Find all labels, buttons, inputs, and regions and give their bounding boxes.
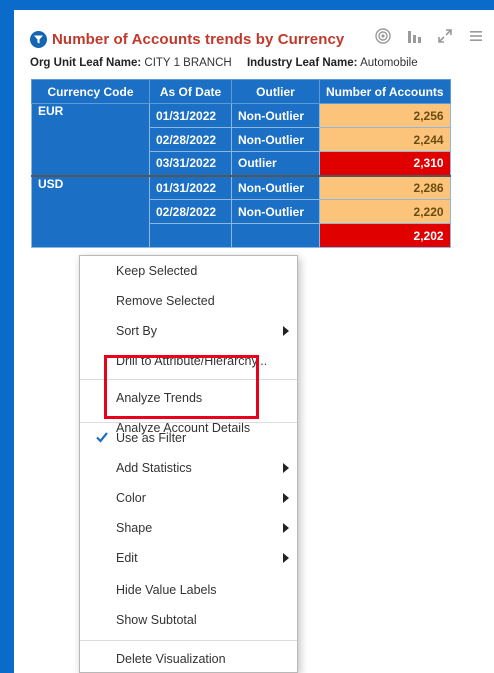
menu-item-label: Color [116, 491, 146, 505]
date-cell[interactable]: 03/31/2022 [149, 151, 232, 176]
menu-item-analyze-trends[interactable]: Analyze Trends [80, 383, 297, 413]
menu-separator [80, 640, 297, 641]
outlier-cell[interactable]: Non-Outlier [231, 174, 320, 200]
currency-cell-eur[interactable]: EUR [31, 103, 150, 176]
menu-item-drill[interactable]: Drill to Attribute/Hierarchy... [80, 346, 297, 376]
outlier-cell[interactable] [231, 223, 320, 248]
menu-item-hide-value-labels[interactable]: Hide Value Labels [80, 575, 297, 605]
date-cell[interactable]: 02/28/2022 [149, 127, 232, 152]
menu-item-label: Shape [116, 521, 153, 535]
menu-item-delete-visualization[interactable]: Delete Visualization [80, 644, 297, 673]
outlier-cell[interactable]: Outlier [231, 151, 320, 176]
canvas-top-border [0, 0, 494, 10]
date-cell[interactable]: 02/28/2022 [149, 199, 232, 224]
menu-item-keep-selected[interactable]: Keep Selected [80, 256, 297, 286]
menu-item-label: Delete Visualization [116, 652, 226, 666]
bar-chart-icon[interactable] [405, 27, 422, 44]
accounts-cell[interactable]: 2,202 [319, 223, 451, 248]
date-cell[interactable] [149, 223, 232, 248]
filter-summary: Org Unit Leaf Name: CITY 1 BRANCH Indust… [30, 57, 430, 69]
menu-item-label: Use as Filter [116, 431, 187, 445]
accounts-cell[interactable]: 2,286 [319, 174, 451, 200]
table-row[interactable]: USD 01/31/2022 Non-Outlier 2,286 [31, 174, 451, 248]
filter-label-industry: Industry Leaf Name: [246, 57, 358, 69]
accounts-cell[interactable]: 2,244 [319, 127, 451, 152]
menu-item-label: Sort By [116, 324, 157, 338]
menu-item-label: Edit [116, 551, 138, 565]
accounts-cell[interactable]: 2,256 [319, 103, 451, 128]
visualization-toolbar [374, 27, 484, 44]
submenu-arrow-icon [283, 326, 289, 336]
context-menu: Keep Selected Remove Selected Sort By Dr… [79, 255, 298, 673]
menu-item-color[interactable]: Color [80, 483, 297, 513]
currency-cell-usd[interactable]: USD [31, 174, 150, 248]
menu-item-label: Remove Selected [116, 294, 215, 308]
menu-item-label: Drill to Attribute/Hierarchy... [116, 354, 268, 368]
target-icon[interactable] [374, 27, 391, 44]
menu-item-show-subtotal[interactable]: Show Subtotal [80, 605, 297, 635]
outlier-cell[interactable]: Non-Outlier [231, 199, 320, 224]
filter-value-org-unit: CITY 1 BRANCH [144, 57, 232, 69]
column-header-accounts[interactable]: Number of Accounts [319, 79, 451, 104]
menu-item-sort-by[interactable]: Sort By [80, 316, 297, 346]
submenu-arrow-icon [283, 493, 289, 503]
menu-item-label: Add Statistics [116, 461, 192, 475]
canvas-left-border [0, 0, 14, 673]
accounts-cell[interactable]: 2,310 [319, 151, 451, 176]
menu-item-use-as-filter[interactable]: Use as Filter [80, 423, 297, 453]
menu-item-label: Analyze Trends [116, 391, 203, 405]
column-header-outlier[interactable]: Outlier [231, 79, 320, 104]
outlier-cell[interactable]: Non-Outlier [231, 127, 320, 152]
date-cell[interactable]: 01/31/2022 [149, 103, 232, 128]
submenu-arrow-icon [283, 463, 289, 473]
submenu-arrow-icon [283, 553, 289, 563]
filter-label-org-unit: Org Unit Leaf Name: [30, 57, 142, 69]
outlier-cell[interactable]: Non-Outlier [231, 103, 320, 128]
table-row[interactable]: EUR 01/31/2022 Non-Outlier 2,256 [31, 103, 451, 176]
menu-item-label: Hide Value Labels [116, 583, 217, 597]
menu-icon[interactable] [467, 27, 484, 44]
column-header-currency[interactable]: Currency Code [31, 79, 150, 104]
maximize-icon[interactable] [436, 27, 453, 44]
menu-item-label: Show Subtotal [116, 613, 197, 627]
menu-item-remove-selected[interactable]: Remove Selected [80, 286, 297, 316]
menu-item-shape[interactable]: Shape [80, 513, 297, 543]
table-header-row: Currency Code As Of Date Outlier Number … [31, 79, 451, 104]
accounts-cell[interactable]: 2,220 [319, 199, 451, 224]
menu-item-add-statistics[interactable]: Add Statistics [80, 453, 297, 483]
checkmark-icon [96, 432, 108, 443]
menu-separator [80, 379, 297, 380]
submenu-arrow-icon [283, 523, 289, 533]
menu-item-label: Keep Selected [116, 264, 198, 278]
menu-item-edit[interactable]: Edit [80, 543, 297, 573]
visualization-title: Number of Accounts trends by Currency [52, 30, 345, 48]
date-cell[interactable]: 01/31/2022 [149, 174, 232, 200]
filter-funnel-icon[interactable] [30, 30, 47, 48]
filter-value-industry: Automobile [360, 57, 418, 69]
accounts-table: Currency Code As Of Date Outlier Number … [31, 79, 451, 248]
column-header-date[interactable]: As Of Date [149, 79, 232, 104]
visualization-title-bar: Number of Accounts trends by Currency [30, 28, 344, 50]
